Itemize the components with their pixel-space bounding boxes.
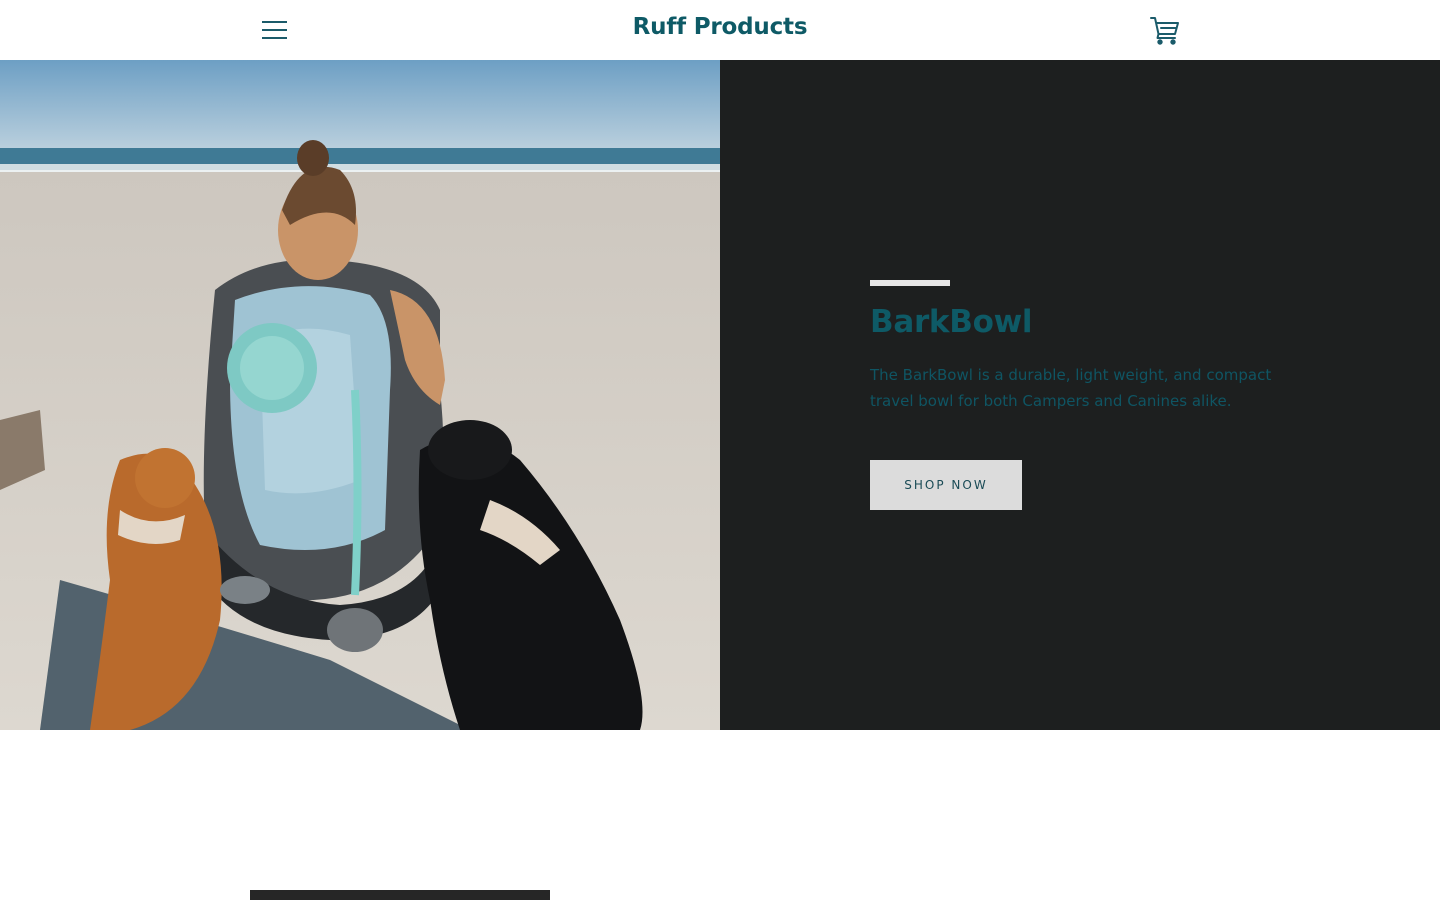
hero-title: BarkBowl (870, 304, 1033, 340)
hero-description: The BarkBowl is a durable, light weight,… (870, 366, 1272, 410)
site-logo[interactable]: Ruff Products (520, 14, 920, 40)
shop-now-button[interactable]: SHOP NOW (870, 460, 1022, 510)
hero-content-panel: BarkBowl The BarkBowl is a durable, ligh… (720, 60, 1440, 730)
hamburger-menu-icon[interactable] (262, 18, 288, 42)
site-header: Ruff Products (0, 0, 1440, 60)
shopping-cart-icon[interactable] (1149, 14, 1181, 46)
menu-line (262, 21, 287, 23)
hero-section: BarkBowl The BarkBowl is a durable, ligh… (0, 60, 1440, 730)
menu-line (262, 37, 287, 39)
hero-image (0, 60, 720, 730)
title-accent-bar (870, 280, 950, 286)
next-section-header-bar (250, 890, 550, 900)
menu-line (262, 29, 287, 31)
